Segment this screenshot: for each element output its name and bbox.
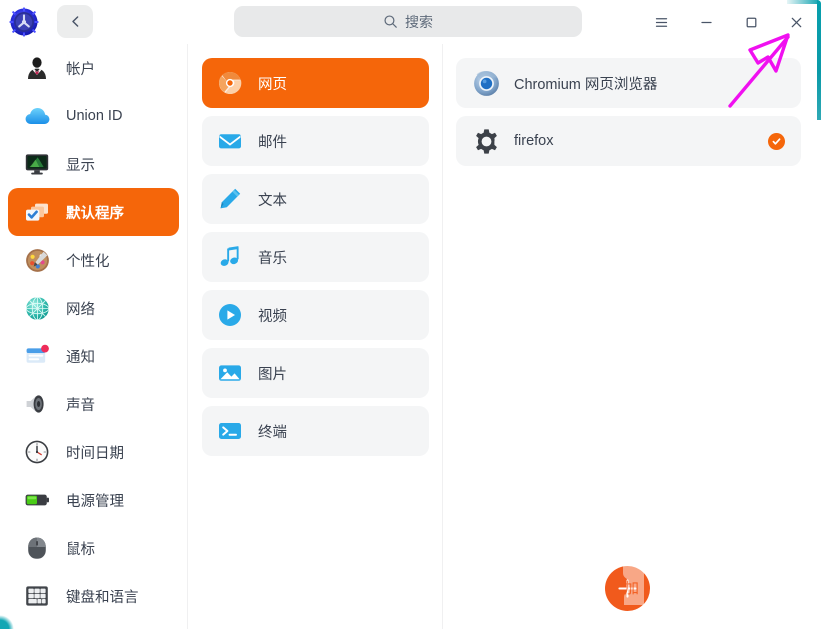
category-item-label: 图片 <box>258 366 287 383</box>
window-frame-accent-right <box>817 0 821 120</box>
sidebar-item-notifications[interactable]: 通知 <box>8 332 179 380</box>
category-item-web[interactable]: 网页 <box>202 58 429 108</box>
music-note-icon <box>218 245 242 269</box>
sidebar-item-account[interactable]: 帐户 <box>8 44 179 92</box>
close-icon <box>791 17 802 27</box>
sidebar-item-default-apps[interactable]: 默认程序 <box>8 188 179 236</box>
personalization-palette-icon <box>22 245 52 275</box>
sidebar-item-union-id[interactable]: Union ID <box>8 92 179 140</box>
minimize-button[interactable] <box>684 0 729 44</box>
sidebar-item-label: 通知 <box>66 349 95 366</box>
category-item-music[interactable]: 音乐 <box>202 232 429 282</box>
settings-gear-logo-icon <box>9 7 39 37</box>
menu-button[interactable] <box>639 0 684 44</box>
default-apps-icon <box>22 197 52 227</box>
app-item-label: firefox <box>514 133 554 149</box>
display-monitor-icon <box>22 149 52 179</box>
network-globe-icon <box>22 293 52 323</box>
close-button[interactable] <box>774 0 819 44</box>
category-item-images[interactable]: 图片 <box>202 348 429 398</box>
sidebar-item-keyboard-language[interactable]: 键盘和语言 <box>8 572 179 620</box>
sidebar-item-personalization[interactable]: 个性化 <box>8 236 179 284</box>
sidebar-item-sound[interactable]: 声音 <box>8 380 179 428</box>
category-list: 网页 邮件 文本 音乐 视频 图片 终端 <box>189 44 443 629</box>
category-item-label: 文本 <box>258 192 287 209</box>
clock-icon <box>22 437 52 467</box>
maximize-button[interactable] <box>729 0 774 44</box>
sidebar-item-label: 显示 <box>66 157 95 174</box>
keyboard-icon <box>22 581 52 611</box>
plus-icon <box>618 579 637 598</box>
sidebar-item-label: 键盘和语言 <box>66 589 139 606</box>
window-frame-accent-bottom-left <box>0 615 14 629</box>
cloud-icon <box>22 101 52 131</box>
category-item-label: 终端 <box>258 424 287 441</box>
category-item-label: 视频 <box>258 308 287 325</box>
sidebar-item-power[interactable]: 电源管理 <box>8 476 179 524</box>
account-person-icon <box>22 53 52 83</box>
image-picture-icon <box>218 361 242 385</box>
chromium-icon <box>472 69 500 97</box>
mail-envelope-icon <box>218 129 242 153</box>
sidebar-item-label: Union ID <box>66 108 123 124</box>
window-frame-accent-top <box>787 0 821 4</box>
sidebar-item-label: 默认程序 <box>66 205 124 222</box>
app-item-label: Chromium 网页浏览器 <box>514 76 658 93</box>
chevron-left-icon <box>71 16 78 27</box>
sidebar-item-time-date[interactable]: 时间日期 <box>8 428 179 476</box>
sidebar-item-label: 声音 <box>66 397 95 414</box>
search-placeholder: 搜索 <box>405 13 433 30</box>
search-icon <box>384 15 397 28</box>
sidebar-item-label: 网络 <box>66 301 95 318</box>
search-input[interactable]: 搜索 <box>234 6 582 37</box>
category-item-text[interactable]: 文本 <box>202 174 429 224</box>
category-item-video[interactable]: 视频 <box>202 290 429 340</box>
category-item-label: 音乐 <box>258 250 287 267</box>
sidebar-item-label: 个性化 <box>66 253 110 270</box>
title-bar: 搜索 <box>0 0 821 44</box>
category-item-label: 邮件 <box>258 134 287 151</box>
window-controls <box>639 0 819 44</box>
app-item-firefox[interactable]: firefox <box>456 116 801 166</box>
minimize-icon <box>701 21 712 23</box>
app-item-chromium[interactable]: Chromium 网页浏览器 <box>456 58 801 108</box>
sidebar-item-mouse[interactable]: 鼠标 <box>8 524 179 572</box>
sidebar-item-network[interactable]: 网络 <box>8 284 179 332</box>
text-pencil-icon <box>218 187 242 211</box>
gear-app-icon <box>472 127 500 155</box>
sidebar-item-label: 鼠标 <box>66 541 95 558</box>
sidebar-item-label: 时间日期 <box>66 445 124 462</box>
sound-speaker-icon <box>22 389 52 419</box>
hamburger-icon <box>655 17 668 27</box>
category-item-mail[interactable]: 邮件 <box>202 116 429 166</box>
default-app-check-circle-icon <box>768 132 785 150</box>
sidebar-item-label: 帐户 <box>66 61 95 78</box>
back-button[interactable] <box>57 5 93 38</box>
notification-icon <box>22 341 52 371</box>
web-browser-icon <box>218 71 242 95</box>
sidebar-item-label: 电源管理 <box>66 493 124 510</box>
terminal-icon <box>218 419 242 443</box>
maximize-icon <box>746 17 757 27</box>
application-list: Chromium 网页浏览器 firefox <box>444 44 821 629</box>
sidebar-item-display[interactable]: 显示 <box>8 140 179 188</box>
category-item-label: 网页 <box>258 76 287 93</box>
sidebar: 帐户 Union ID 显示 默认程序 个性化 网络 通知 声音 时间日期 电源… <box>0 44 188 629</box>
battery-icon <box>22 485 52 515</box>
add-application-button[interactable] <box>605 566 650 611</box>
video-play-icon <box>218 303 242 327</box>
settings-window: 搜索 帐户 Union ID 显示 默认程序 个性化 网络 通知 声音 时间日期… <box>0 0 821 629</box>
mouse-icon <box>22 533 52 563</box>
category-item-terminal[interactable]: 终端 <box>202 406 429 456</box>
